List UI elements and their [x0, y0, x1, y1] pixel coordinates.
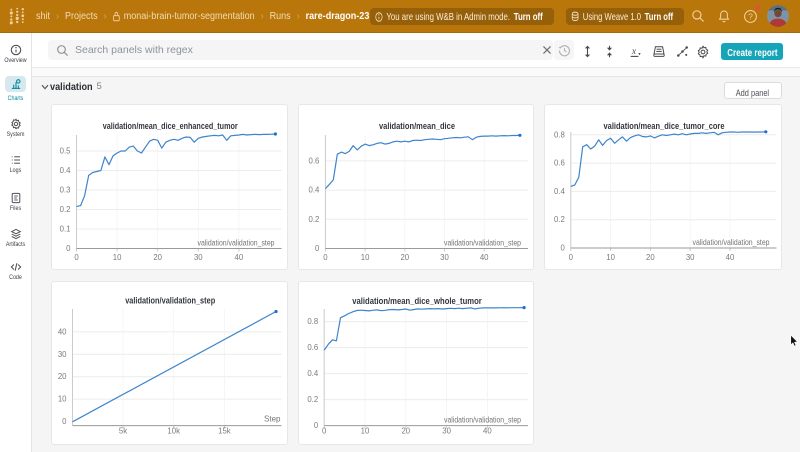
svg-text:20: 20: [401, 427, 410, 436]
svg-text:0.2: 0.2: [308, 215, 319, 224]
svg-text:0: 0: [66, 244, 71, 253]
svg-text:Step: Step: [264, 415, 281, 424]
svg-text:0: 0: [62, 417, 67, 426]
svg-text:0.4: 0.4: [308, 186, 320, 195]
svg-text:10k: 10k: [167, 427, 180, 436]
svg-text:0.3: 0.3: [60, 186, 71, 195]
svg-text:validation/validation_step: validation/validation_step: [198, 239, 275, 248]
svg-text:0.2: 0.2: [307, 395, 318, 404]
svg-text:0.4: 0.4: [553, 187, 565, 196]
svg-text:validation/mean_dice_tumor_cor: validation/mean_dice_tumor_core: [603, 121, 724, 131]
svg-text:0.6: 0.6: [308, 156, 319, 165]
svg-text:40: 40: [725, 253, 734, 262]
svg-text:30: 30: [685, 253, 694, 262]
svg-text:validation/validation_step: validation/validation_step: [692, 238, 769, 247]
svg-text:5k: 5k: [119, 427, 127, 436]
svg-text:0.6: 0.6: [553, 159, 564, 168]
svg-text:0.8: 0.8: [307, 317, 318, 326]
svg-text:10: 10: [360, 253, 369, 262]
svg-text:40: 40: [479, 253, 488, 262]
svg-text:validation/mean_dice_whole_tum: validation/mean_dice_whole_tumor: [352, 296, 482, 306]
svg-text:0.5: 0.5: [60, 147, 72, 156]
svg-text:15k: 15k: [218, 427, 231, 436]
svg-text:10: 10: [113, 253, 122, 262]
svg-text:0.4: 0.4: [307, 369, 319, 378]
svg-text:validation/validation_step: validation/validation_step: [125, 296, 215, 306]
svg-text:0: 0: [560, 244, 565, 253]
svg-text:0.4: 0.4: [60, 166, 72, 175]
svg-text:40: 40: [235, 253, 244, 262]
svg-text:validation/validation_step: validation/validation_step: [444, 239, 521, 248]
svg-text:validation/mean_dice_enhanced_: validation/mean_dice_enhanced_tumor: [103, 121, 238, 131]
svg-text:0: 0: [315, 244, 320, 253]
svg-text:0.1: 0.1: [60, 225, 71, 234]
svg-text:10: 10: [606, 253, 615, 262]
svg-text:20: 20: [646, 253, 655, 262]
svg-text:0.6: 0.6: [307, 343, 318, 352]
svg-text:20: 20: [153, 253, 162, 262]
svg-text:10: 10: [58, 395, 67, 404]
svg-text:20: 20: [400, 253, 409, 262]
svg-text:10: 10: [360, 427, 369, 436]
svg-text:30: 30: [194, 253, 203, 262]
svg-text:0.2: 0.2: [553, 215, 564, 224]
svg-text:0: 0: [313, 421, 318, 430]
svg-text:0: 0: [323, 253, 328, 262]
svg-text:30: 30: [58, 350, 67, 359]
svg-text:0: 0: [74, 253, 79, 262]
svg-text:40: 40: [483, 427, 492, 436]
svg-text:30: 30: [442, 427, 451, 436]
svg-text:20: 20: [58, 372, 67, 381]
svg-text:validation/mean_dice: validation/mean_dice: [379, 121, 455, 131]
svg-text:0.2: 0.2: [60, 205, 71, 214]
svg-text:0: 0: [568, 253, 573, 262]
svg-text:0.8: 0.8: [553, 130, 564, 139]
svg-text:0: 0: [322, 427, 327, 436]
svg-text:x: x: [631, 47, 637, 57]
svg-text:40: 40: [58, 327, 67, 336]
svg-text:?: ?: [748, 11, 753, 21]
svg-text:validation/validation_step: validation/validation_step: [444, 416, 521, 425]
svg-text:30: 30: [440, 253, 449, 262]
